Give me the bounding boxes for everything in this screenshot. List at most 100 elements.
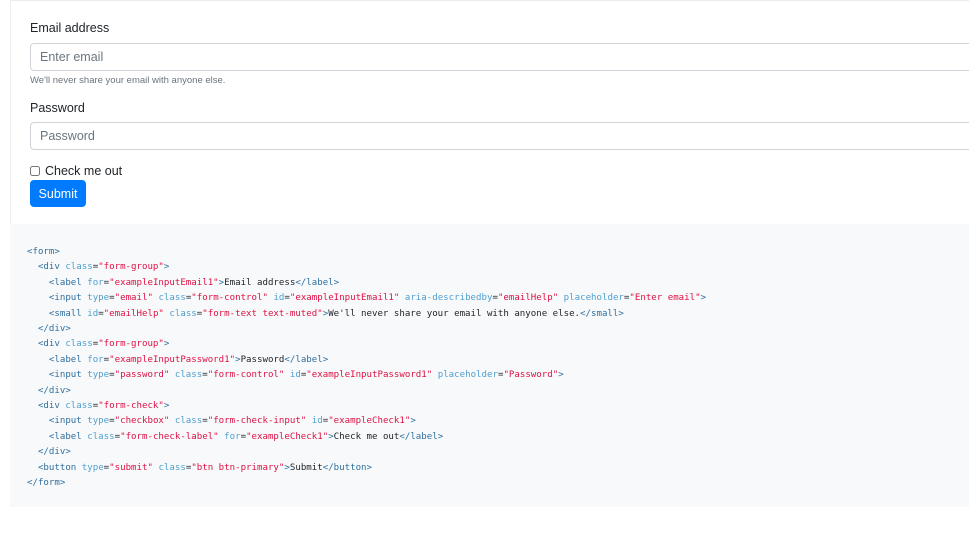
- code-token: "checkbox": [114, 416, 170, 427]
- code-token: class: [158, 293, 186, 304]
- code-token: "Password": [503, 370, 559, 381]
- code-line: <input type="email" class="form-control"…: [27, 293, 706, 303]
- code-token: "emailHelp": [103, 308, 164, 319]
- code-token: class: [65, 401, 93, 412]
- code-token: </div>: [37, 385, 71, 396]
- code-line: </form>: [27, 478, 65, 488]
- code-token: "emailHelp": [497, 293, 559, 304]
- code-token: >: [558, 370, 564, 381]
- code-token: <div: [37, 262, 66, 273]
- code-token: "form-check-input": [207, 416, 307, 427]
- code-line: <label for="exampleInputEmail1">Email ad…: [27, 278, 339, 288]
- code-token: <label: [48, 277, 88, 288]
- code-token: for: [224, 431, 241, 442]
- code-token: "exampleCheck1": [328, 416, 411, 427]
- code-token: for: [87, 354, 104, 365]
- code-token: </label>: [399, 431, 444, 442]
- code-block: <form> <div class="form-group"> <label f…: [27, 245, 706, 492]
- code-token: Submit: [289, 462, 323, 473]
- code-token: "exampleInputEmail1": [109, 277, 219, 288]
- code-token: <small: [48, 308, 88, 319]
- code-token: "form-control": [207, 370, 285, 381]
- code-token: "btn btn-primary": [191, 462, 285, 473]
- code-line: <input type="checkbox" class="form-check…: [27, 416, 416, 426]
- code-token: "exampleInputEmail1": [289, 293, 400, 304]
- code-token: "exampleCheck1": [246, 431, 329, 442]
- code-token: class: [174, 416, 203, 427]
- code-token: "email": [114, 293, 153, 304]
- code-line: <input type="password" class="form-contr…: [27, 370, 564, 380]
- code-line: </div>: [27, 447, 71, 457]
- code-token: class: [65, 262, 93, 273]
- password-label: Password: [30, 101, 85, 115]
- page: Email address We'll never share your ema…: [0, 0, 969, 534]
- password-input[interactable]: [30, 122, 969, 150]
- email-label: Email address: [30, 21, 110, 35]
- code-token: placeholder: [437, 370, 498, 381]
- code-token: "form-text text-muted": [202, 308, 323, 319]
- code-line: <label for="exampleInputPassword1">Passw…: [27, 355, 328, 365]
- code-token: <div: [37, 401, 66, 412]
- check-group: Check me out: [30, 163, 122, 179]
- code-token: "form-check-label": [120, 431, 219, 442]
- code-token: </label>: [284, 354, 329, 365]
- code-token: id: [289, 370, 301, 381]
- code-token: "password": [114, 370, 170, 381]
- code-line: <small id="emailHelp" class="form-text t…: [27, 309, 624, 319]
- code-token: type: [81, 462, 104, 473]
- code-token: </small>: [580, 308, 624, 319]
- code-token: </form>: [27, 478, 66, 489]
- code-token: "submit": [109, 462, 153, 473]
- code-token: id: [273, 293, 285, 304]
- code-token: >: [163, 339, 170, 350]
- code-token: Password: [240, 354, 285, 365]
- code-token: >: [410, 416, 416, 427]
- code-token: Check me out: [333, 431, 400, 442]
- email-help-text: We'll never share your email with anyone…: [30, 75, 226, 86]
- check-me-out-checkbox[interactable]: [30, 166, 40, 176]
- code-line: <button type="submit" class="btn btn-pri…: [27, 463, 372, 473]
- check-me-out-label[interactable]: Check me out: [45, 164, 122, 178]
- code-token: <input: [48, 293, 88, 304]
- code-token: <label: [48, 354, 88, 365]
- code-line: <div class="form-group">: [27, 339, 169, 349]
- code-line: <form>: [27, 247, 60, 257]
- code-token: id: [87, 308, 99, 319]
- code-line: <label class="form-check-label" for="exa…: [27, 432, 443, 442]
- code-token: <div: [37, 339, 66, 350]
- code-token: <input: [48, 416, 88, 427]
- email-input[interactable]: [30, 43, 969, 71]
- code-token: <label: [48, 431, 88, 442]
- code-token: <input: [48, 370, 88, 381]
- code-token: </button>: [322, 462, 373, 473]
- code-token: aria-describedby: [404, 293, 493, 304]
- code-token: class: [158, 462, 186, 473]
- code-token: class: [169, 308, 197, 319]
- code-token: </label>: [295, 277, 340, 288]
- code-token: type: [87, 293, 110, 304]
- code-token: "form-group": [98, 339, 164, 350]
- code-token: <button: [37, 462, 82, 473]
- code-token: >: [700, 293, 707, 304]
- code-token: class: [87, 431, 115, 442]
- code-token: >: [163, 262, 170, 273]
- code-token: for: [87, 277, 104, 288]
- code-token: "exampleInputPassword1": [109, 354, 236, 365]
- code-snippet: <form> <div class="form-group"> <label f…: [10, 224, 969, 507]
- form-example-panel: Email address We'll never share your ema…: [10, 0, 969, 224]
- code-token: >: [163, 401, 170, 412]
- submit-button[interactable]: Submit: [30, 180, 86, 207]
- code-token: Email address: [224, 277, 296, 288]
- code-token: type: [87, 416, 110, 427]
- code-token: </div>: [37, 447, 71, 458]
